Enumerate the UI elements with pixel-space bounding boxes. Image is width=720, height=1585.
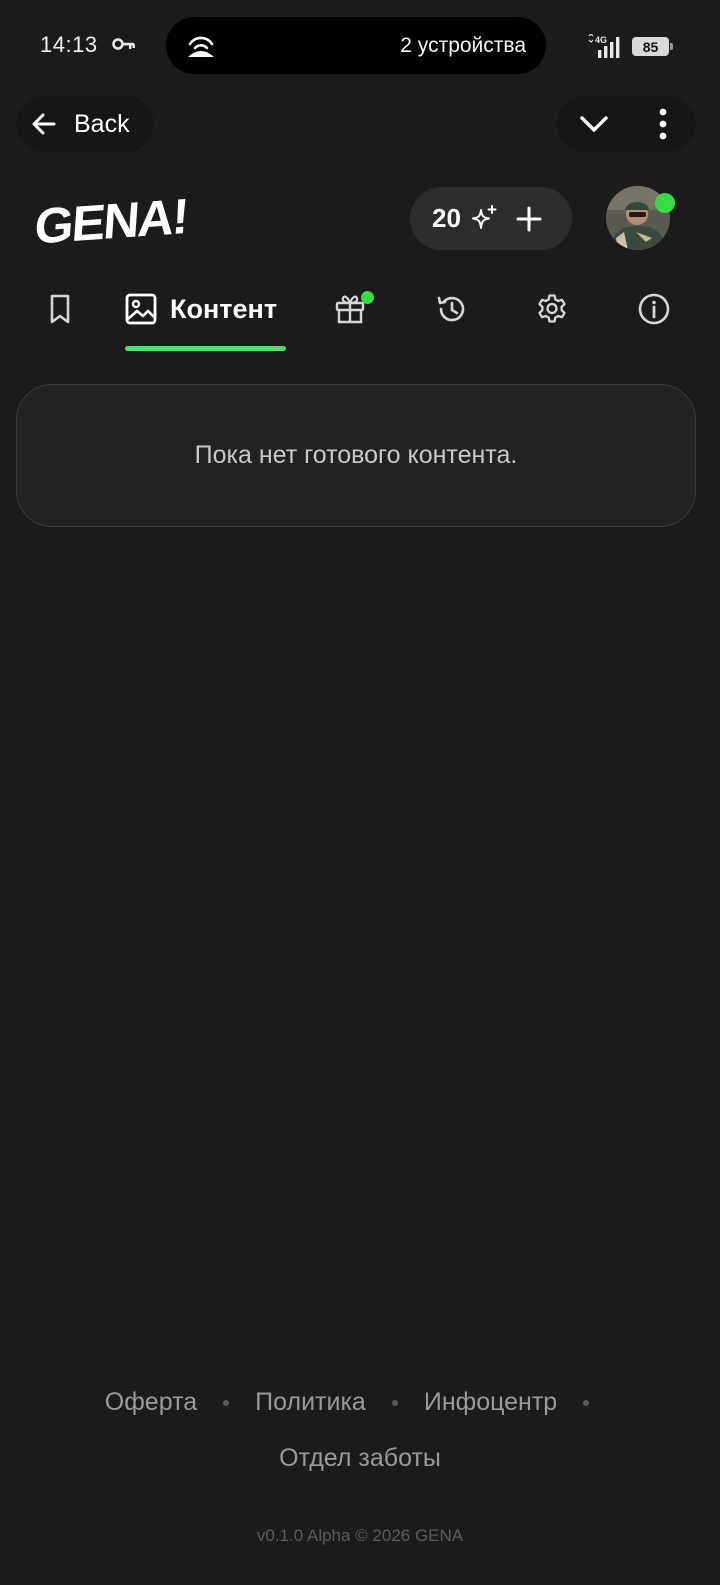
credits-count: 20 [432,203,461,233]
history-icon [437,296,465,322]
info-icon [638,293,670,325]
bookmark-icon [50,294,70,324]
active-tab-indicator [125,346,286,351]
battery-level: 85 [642,38,659,55]
dynamic-island[interactable]: 2 устройства [166,17,546,74]
back-label: Back [74,109,130,138]
svg-text:4G: 4G [595,35,607,45]
sparkle-icon [471,204,497,229]
plus-icon [516,206,542,231]
status-time: 14:13 [40,32,98,57]
gift-notification-dot [361,291,374,304]
nav-actions [556,96,696,152]
credits-button[interactable]: 20 [410,187,572,250]
tab-info[interactable] [634,284,674,334]
more-vertical-icon[interactable] [648,106,678,142]
gena-logo[interactable]: GENA! [32,186,212,248]
back-button[interactable]: Back [16,96,154,152]
hotspot-icon [188,36,214,57]
footer-separator [583,1399,590,1406]
footer-separator [223,1399,230,1406]
app-version: v0.1.0 Alpha © 2026 GENA [256,1526,464,1545]
vpn-key-icon [112,38,135,50]
footer-link-offer[interactable]: Оферта [105,1388,197,1417]
tab-bookmarks[interactable] [40,284,80,334]
footer-link-infocenter[interactable]: Инфоцентр [424,1388,557,1417]
footer-link-policy[interactable]: Политика [255,1388,366,1417]
empty-message: Пока нет готового контента. [194,441,518,469]
footer-separator [391,1399,398,1406]
status-bar: 14:13 2 устройства 4G 85 [0,0,720,90]
footer-links: Оферта Политика Инфоцентр [0,1388,720,1417]
connected-devices-text: 2 устройства [400,34,526,57]
online-status-dot [655,193,675,213]
image-icon [125,293,157,325]
tab-content[interactable]: Контент [124,284,288,334]
tab-settings[interactable] [532,284,572,334]
footer-link-support[interactable]: Отдел заботы [0,1444,720,1473]
gear-icon [538,294,566,323]
tab-content-label: Контент [170,293,278,324]
signal-icon: 4G [588,34,620,58]
battery-indicator: 85 [632,37,673,56]
arrow-left-icon [32,113,56,135]
svg-text:GENA!: GENA! [33,188,189,248]
chevron-down-icon[interactable] [576,106,612,142]
footer-link-support-label: Отдел заботы [279,1444,441,1472]
tab-history[interactable] [432,284,472,334]
empty-content-card: Пока нет готового контента. [16,384,696,527]
